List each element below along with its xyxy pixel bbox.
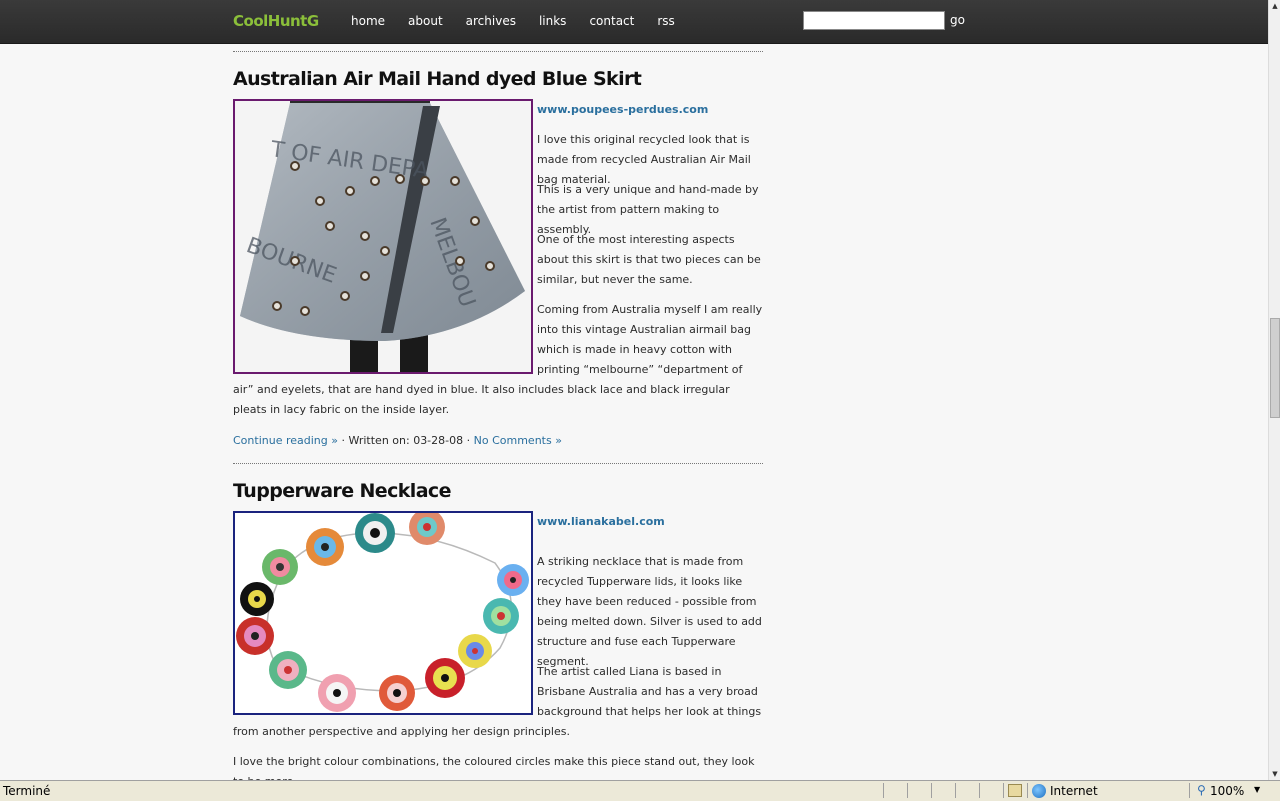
status-bar: Terminé Internet ⚲ 100% ▼ [0,780,1280,801]
search-input[interactable] [803,11,945,30]
zoom-icon[interactable]: ⚲ [1197,783,1206,797]
post-source-link[interactable]: www.lianakabel.com [537,515,665,528]
zoom-dropdown-icon[interactable]: ▼ [1254,785,1260,794]
protected-mode-icon[interactable] [1008,784,1022,797]
post-paragraph-wrap: Coming from Australia myself I am really… [233,300,763,420]
continue-reading-link[interactable]: Continue reading » [233,434,338,447]
status-separator [931,783,932,798]
internet-zone-icon [1032,784,1046,798]
vertical-scrollbar[interactable]: ▲ ▼ [1268,0,1280,780]
post-source-link[interactable]: www.poupees-perdues.com [537,103,708,116]
nav-links[interactable]: links [539,14,566,28]
status-text: Terminé [3,784,51,798]
post-paragraph-wrap: The artist called Liana is based in Bris… [233,662,763,742]
status-separator [907,783,908,798]
status-separator [883,783,884,798]
nav-contact[interactable]: contact [589,14,634,28]
post-paragraph: One of the most interesting aspects abou… [537,233,761,286]
scroll-up-arrow-icon[interactable]: ▲ [1269,0,1280,12]
site-logo[interactable]: CoolHuntG [233,12,319,30]
security-zone-label: Internet [1050,784,1098,798]
nav-about[interactable]: about [408,14,443,28]
scroll-down-arrow-icon[interactable]: ▼ [1269,768,1280,780]
post-meta: Continue reading » · Written on: 03-28-0… [233,434,562,447]
written-on-date: · Written on: 03-28-08 · [341,434,471,447]
status-separator [1003,783,1004,798]
top-navigation-bar: CoolHuntG home about archives links cont… [0,0,1268,44]
post-paragraph: A striking necklace that is made from re… [537,555,762,668]
nav-rss[interactable]: rss [657,14,674,28]
post-title[interactable]: Australian Air Mail Hand dyed Blue Skirt [233,68,642,90]
float-spacer [233,662,537,722]
status-separator [979,783,980,798]
status-separator [1189,783,1190,798]
status-separator [955,783,956,798]
post-title[interactable]: Tupperware Necklace [233,480,451,502]
float-spacer [233,300,537,380]
status-separator [1027,783,1028,798]
comments-link[interactable]: No Comments » [474,434,562,447]
post-divider [233,51,763,52]
nav-home[interactable]: home [351,14,385,28]
main-nav: home about archives links contact rss [351,14,698,28]
scrollbar-thumb[interactable] [1270,318,1280,418]
zoom-level[interactable]: 100% [1210,784,1244,798]
nav-archives[interactable]: archives [466,14,516,28]
post-divider [233,463,763,464]
go-button[interactable]: go [950,13,965,27]
